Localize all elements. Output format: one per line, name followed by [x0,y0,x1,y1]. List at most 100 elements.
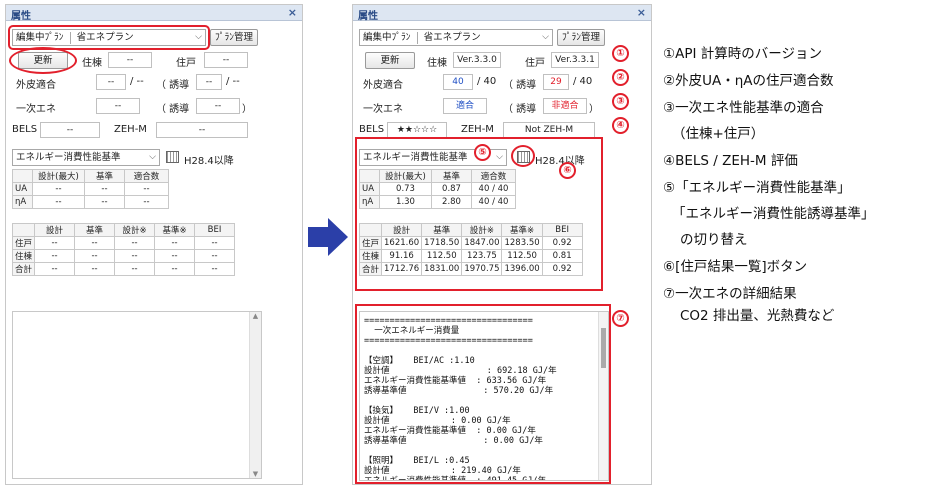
right-properties-panel: 属性 × 編集中ﾌﾟﾗﾝ 省エネプラン ⌵ ﾌﾟﾗﾝ管理 更新 住棟 Ver.3.… [352,4,652,485]
gaihi-yuudou: 29 [543,74,569,90]
plan-select[interactable]: 編集中ﾌﾟﾗﾝ 省エネプラン ⌵ [359,29,553,46]
juko-value: -- [204,52,248,68]
bels-value: -- [40,122,100,138]
table-cell: -- [32,182,85,196]
jutou-label: 住棟 [82,58,102,69]
row-header: 合計 [11,262,36,276]
table-header: 設計(最大) [32,169,85,183]
table-cell: -- [154,236,196,250]
annotation-3: ③一次エネ性能基準の適合 [663,100,824,116]
table-header: 基準 [84,169,125,183]
marker-7: ⑦ [612,310,629,327]
table-header-row: 設計 基準 設計※ 基準※ BEI [11,223,236,237]
table-cell: -- [74,249,116,263]
energy-table: 設計 基準 設計※ 基準※ BEI 住戸 -- -- -- -- -- 住棟 -- -- -- -… [11,223,236,276]
scrollbar[interactable]: ▲ ▼ [249,312,261,478]
bels-stars: ★★☆☆☆ [387,122,447,138]
chevron-down-icon: ⌵ [542,32,549,42]
table-cell: -- [194,262,236,276]
close-paren: ） [242,104,252,115]
annotation-2: ②外皮UA・ηAの住戸適合数 [663,73,834,89]
table-cell: -- [154,249,196,263]
table-cell: -- [34,236,76,250]
scroll-down-icon[interactable]: ▼ [250,470,261,478]
table-header: 基準※ [154,223,196,237]
standard-value: エネルギー消費性能基準 [16,152,121,163]
plan-manage-button[interactable]: ﾌﾟﾗﾝ管理 [557,29,605,46]
table-cell: -- [74,262,116,276]
row-header: 住棟 [11,249,36,263]
table-cell: -- [34,262,76,276]
left-panel-title: 属性 × [6,5,302,22]
unit-list-icon[interactable] [166,151,179,163]
highlight-detail-block [355,304,611,484]
gaihi-design: 40 [443,74,473,90]
table-row: UA -- -- -- [12,182,169,196]
gaihi-label: 外皮適合 [363,80,403,91]
marker-4: ④ [612,117,629,134]
ichiji-status: 適合 [443,98,487,114]
jutou-label: 住棟 [427,58,447,69]
plan-manage-button[interactable]: ﾌﾟﾗﾝ管理 [210,29,258,46]
annotation-7b: CO2 排出量、光熱費など [680,308,835,324]
juko-label: 住戸 [176,58,196,69]
close-icon[interactable]: × [288,6,297,19]
juko-label: 住戸 [525,58,545,69]
table-row: 住戸 -- -- -- -- -- [11,236,236,250]
table-cell: -- [114,249,156,263]
ichiji-yuudou-label: （ 誘導 [503,104,537,115]
annotation-4: ④BELS / ZEH-M 評価 [663,153,798,169]
marker-3: ③ [612,93,629,110]
marker-5: ⑤ [474,144,491,161]
table-cell: -- [84,182,125,196]
table-header: 設計 [34,223,76,237]
table-cell: -- [74,236,116,250]
ichiji-label: 一次エネ [16,104,56,115]
update-button[interactable]: 更新 [365,52,415,69]
table-cell: -- [154,262,196,276]
plan-label: 編集中ﾌﾟﾗﾝ [363,32,411,43]
table-cell: -- [84,195,125,209]
ichiji-label: 一次エネ [363,104,403,115]
table-cell: -- [34,249,76,263]
annotation-1: ①API 計算時のバージョン [663,46,822,62]
close-paren: ） [589,104,599,115]
ichiji-value: -- [96,98,140,114]
gaihi-yuudou-total: / 40 [573,76,593,87]
gaihi-yuudou: -- [196,74,222,90]
ichiji-yuudou-value: -- [196,98,240,114]
table-row: 住棟 -- -- -- -- -- [11,249,236,263]
table-row: ηA -- -- -- [12,195,169,209]
table-cell: -- [194,236,236,250]
marker-1: ① [612,45,629,62]
highlight-unit-list-button [511,145,535,167]
ichiji-yuudou-status: 非適合 [543,98,587,114]
yuudou-label: （ 誘導 [156,80,190,91]
bels-label: BELS [12,124,38,135]
annotation-5: ⑤「エネルギー消費性能基準」 [663,180,851,196]
yuudou-label: （ 誘導 [503,80,537,91]
jutou-version: Ver.3.3.0 [453,52,501,68]
gaihi-total: / -- [130,76,144,87]
jutou-value: -- [108,52,152,68]
table-row: 合計 -- -- -- -- -- [11,262,236,276]
plan-value: 省エネプラン [423,32,481,43]
zeh-value: Not ZEH-M [503,122,595,138]
table-cell: -- [124,182,169,196]
annotation-6: ⑥[住戸結果一覧]ボタン [663,259,808,275]
left-properties-panel: 属性 × 編集中ﾌﾟﾗﾝ 省エネプラン ⌵ ﾌﾟﾗﾝ管理 更新 住棟 -- 住戸 … [5,4,303,485]
gaihi-design: -- [96,74,126,90]
row-header: ηA [12,195,33,209]
standard-select[interactable]: エネルギー消費性能基準 ⌵ [12,149,160,166]
zeh-label: ZEH-M [461,124,494,135]
scroll-up-icon[interactable]: ▲ [250,312,261,320]
bels-label: BELS [359,124,385,135]
table-cell: -- [114,236,156,250]
h28-label: H28.4以降 [184,156,234,167]
gaihi-total: / 40 [477,76,497,87]
detail-textarea[interactable]: ▲ ▼ [12,311,262,479]
table-header: 基準 [74,223,116,237]
table-header: BEI [194,223,236,237]
table-header: 設計※ [114,223,156,237]
close-icon[interactable]: × [637,6,646,19]
